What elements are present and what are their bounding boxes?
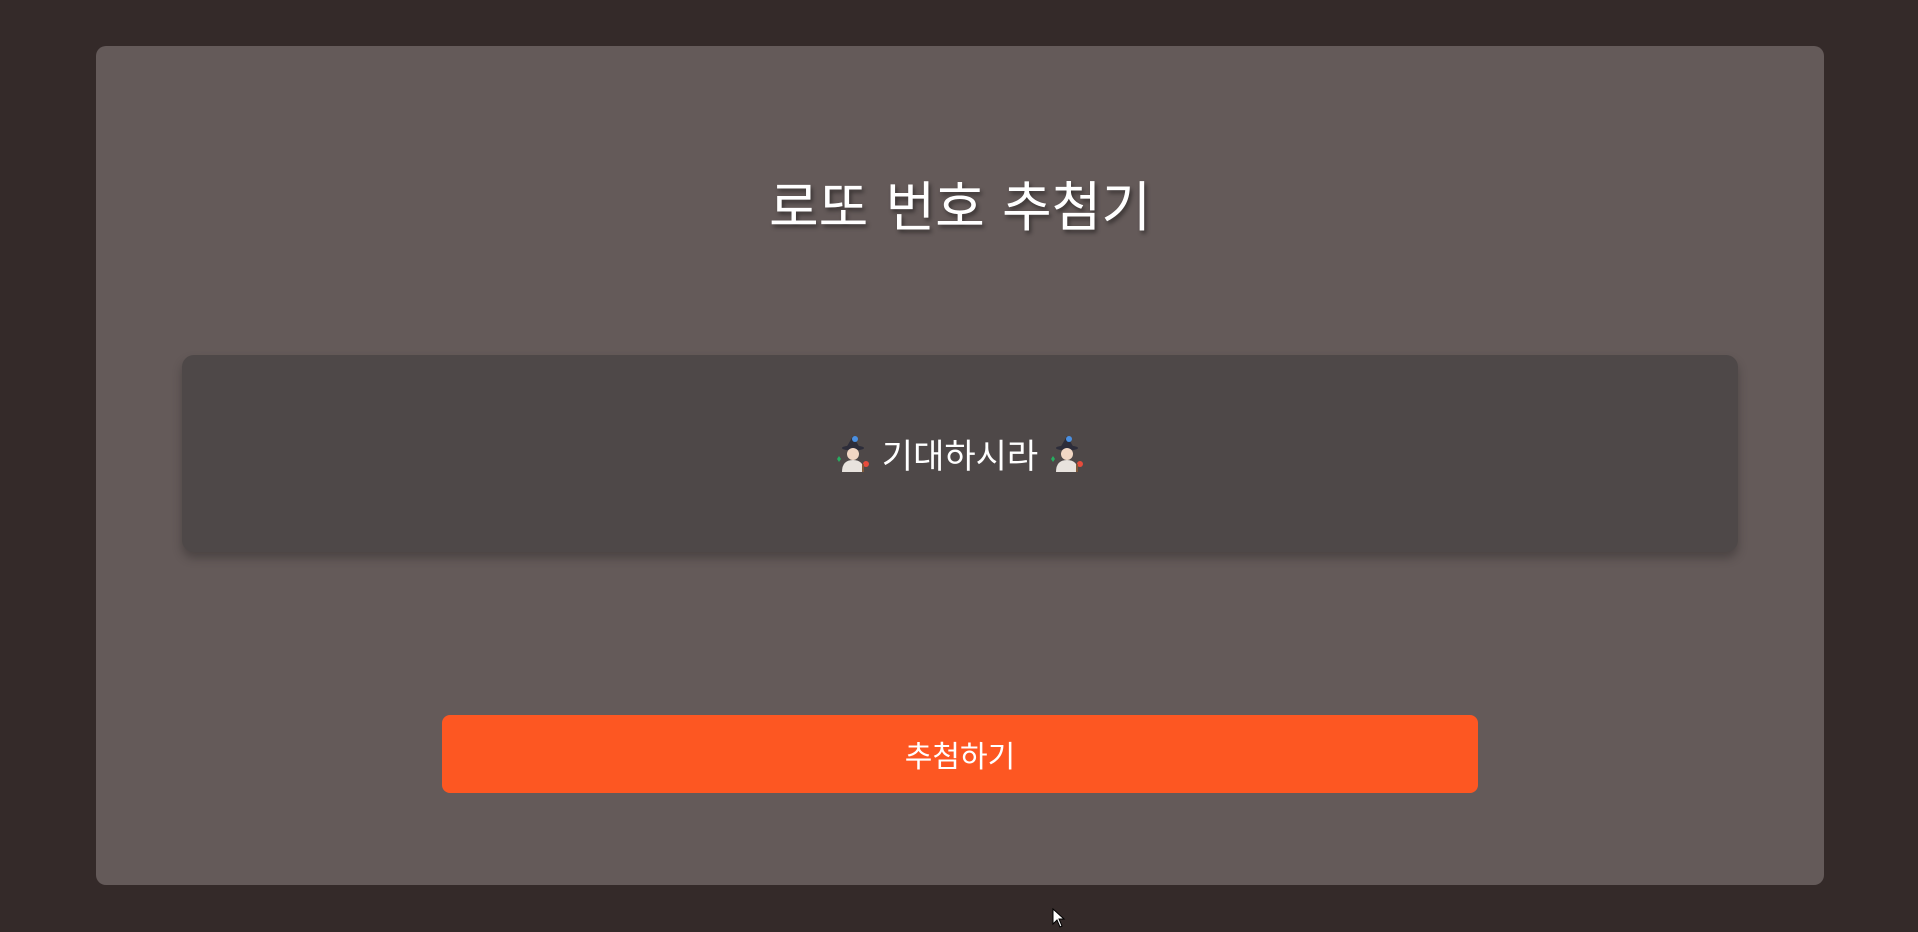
mage-icon: [836, 435, 870, 473]
result-panel: 기대하시라: [182, 355, 1738, 552]
mage-icon: [1050, 435, 1084, 473]
lotto-card: 로또 번호 추첨기 기대하시라 추첨하기: [96, 46, 1824, 885]
page-title: 로또 번호 추첨기: [768, 176, 1152, 239]
result-content: 기대하시라: [836, 429, 1084, 478]
mouse-cursor-icon: [1052, 907, 1066, 928]
draw-button[interactable]: 추첨하기: [442, 715, 1478, 793]
result-message: 기대하시라: [881, 437, 1039, 477]
